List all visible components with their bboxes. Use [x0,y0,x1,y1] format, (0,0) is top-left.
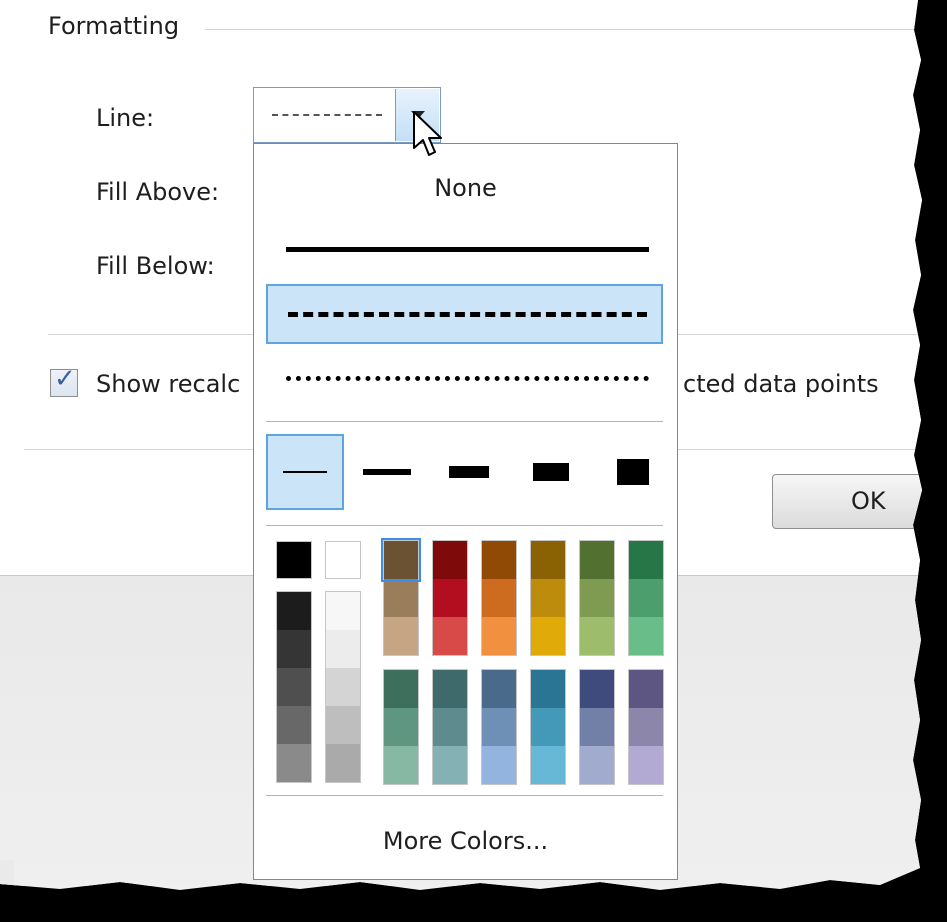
line-format-popup: None More Colors... [253,143,678,880]
color-swatch[interactable] [277,706,311,744]
show-recalc-checkbox[interactable]: ✓ [50,364,78,397]
color-swatch[interactable] [433,670,467,708]
color-swatch[interactable] [277,630,311,668]
color-column [481,540,517,656]
line-style-dashed[interactable] [266,284,663,344]
color-swatch[interactable] [276,541,312,579]
color-swatch[interactable] [580,670,614,708]
color-swatch[interactable] [277,744,311,782]
color-swatch[interactable] [326,744,360,782]
color-column [530,669,566,785]
color-swatch[interactable] [384,746,418,784]
color-swatch[interactable] [580,617,614,655]
ok-button[interactable]: OK [772,474,922,529]
color-column [381,538,421,656]
group-title: Formatting [48,12,190,40]
color-swatch[interactable] [629,746,663,784]
color-swatch[interactable] [629,670,663,708]
color-swatch[interactable] [629,708,663,746]
color-swatch[interactable] [531,541,565,579]
color-swatch[interactable] [277,668,311,706]
dialog-window: Formatting Line: Fill Above: Fill Below:… [0,0,922,890]
popup-divider [266,525,663,526]
selected-line-preview [272,114,382,116]
fill-below-label: Fill Below: [96,252,215,280]
weight-medium-icon [449,466,489,478]
more-colors-button[interactable]: More Colors... [254,827,677,855]
popup-divider [266,421,663,422]
color-swatch[interactable] [384,617,418,655]
color-swatch[interactable] [384,670,418,708]
group-border [205,29,922,30]
weight-heavy-icon [617,459,649,485]
dialog-corner [0,860,14,890]
line-style-dotted[interactable] [266,348,663,408]
color-swatch[interactable] [384,579,418,617]
fill-above-label: Fill Above: [96,178,220,206]
checkmark-icon: ✓ [54,364,76,394]
show-recalc-label-end: cted data points [683,370,879,398]
color-column [481,669,517,785]
color-swatch[interactable] [433,708,467,746]
line-weight-heavy[interactable] [594,434,672,510]
popup-divider [266,795,663,796]
color-swatch[interactable] [433,579,467,617]
dashed-line-icon [288,312,647,317]
dotted-line-icon [286,376,649,381]
color-swatch[interactable] [580,708,614,746]
color-swatch[interactable] [580,746,614,784]
color-swatch[interactable] [433,746,467,784]
color-swatch[interactable] [580,579,614,617]
color-swatch[interactable] [482,708,516,746]
solid-line-icon [286,247,649,252]
color-swatch[interactable] [326,668,360,706]
color-swatch[interactable] [433,541,467,579]
color-swatch[interactable] [629,617,663,655]
line-label: Line: [96,104,155,132]
line-weight-hairline[interactable] [266,434,344,510]
color-swatch[interactable] [326,592,360,630]
color-swatch[interactable] [482,541,516,579]
color-swatch[interactable] [482,746,516,784]
color-swatch[interactable] [433,617,467,655]
color-swatch[interactable] [531,617,565,655]
color-column [383,669,419,785]
line-weight-medium[interactable] [430,434,508,510]
line-weight-thick[interactable] [512,434,590,510]
line-weight-thin[interactable] [348,434,426,510]
color-swatch[interactable] [531,708,565,746]
color-column [432,669,468,785]
color-swatch[interactable] [531,670,565,708]
color-swatch[interactable] [580,541,614,579]
color-swatch[interactable] [326,630,360,668]
weight-thin-icon [363,469,411,475]
show-recalc-label: Show recalc [96,370,241,398]
color-swatch[interactable] [531,746,565,784]
color-column [276,591,312,783]
color-swatch[interactable] [277,592,311,630]
color-column [628,669,664,785]
color-swatch[interactable] [629,541,663,579]
color-column [579,669,615,785]
color-swatch[interactable] [384,708,418,746]
color-column [432,540,468,656]
mouse-cursor-icon [413,111,442,156]
color-column [628,540,664,656]
color-swatch[interactable] [482,617,516,655]
color-column [579,540,615,656]
color-swatch[interactable] [482,579,516,617]
none-option[interactable]: None [254,174,677,202]
color-swatch[interactable] [381,538,421,582]
color-swatch[interactable] [482,670,516,708]
color-column [530,540,566,656]
color-swatch[interactable] [325,541,361,579]
weight-thick-icon [533,463,569,481]
color-swatch[interactable] [326,706,360,744]
weight-hairline-icon [283,471,327,473]
color-swatch[interactable] [629,579,663,617]
line-style-solid[interactable] [266,219,663,279]
color-column [325,591,361,783]
color-swatch[interactable] [531,579,565,617]
